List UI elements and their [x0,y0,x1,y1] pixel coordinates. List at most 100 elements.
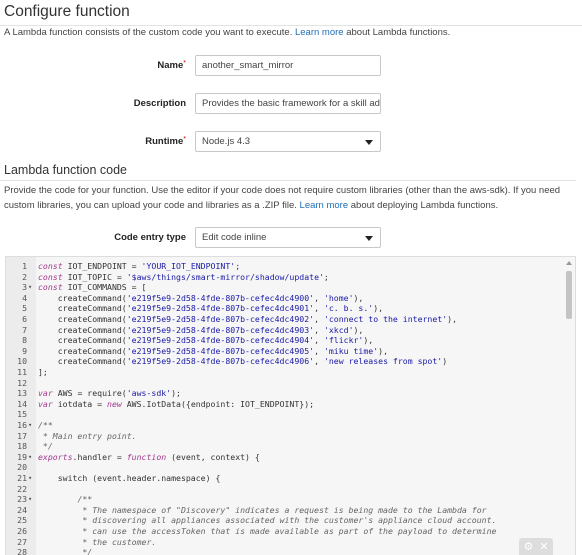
code-line: 7 createCommand('e219f5e9-2d58-4fde-807b… [6,325,566,336]
code-text: var AWS = require('aws-sdk'); [38,388,181,399]
code-text: /** [77,494,93,505]
learn-more-deploy-link[interactable]: Learn more [300,200,349,211]
fold-toggle-icon[interactable]: ▾ [28,494,35,505]
fold-toggle-icon[interactable]: ▾ [28,473,35,484]
code-text: createCommand('e219f5e9-2d58-4fde-807b-c… [38,324,364,335]
code-text: */ [38,547,93,555]
chevron-down-icon [365,140,373,145]
editor-scrollbar-thumb[interactable] [566,271,572,319]
code-text: createCommand('e219f5e9-2d58-4fde-807b-c… [38,303,384,314]
line-number: 3 [22,282,27,293]
code-line: 6 createCommand('e219f5e9-2d58-4fde-807b… [6,314,566,325]
fold-toggle-icon[interactable]: ▾ [28,452,35,463]
code-line: 3 ▾ const IOT_COMMANDS = [ [6,282,566,293]
chevron-down-icon [365,236,373,241]
code-text: const IOT_COMMANDS = [ [38,282,147,293]
code-line: 8 createCommand('e219f5e9-2d58-4fde-807b… [6,335,566,346]
section-title: Lambda function code [4,163,128,177]
code-text: */ [38,441,53,452]
code-text: createCommand('e219f5e9-2d58-4fde-807b-c… [38,356,448,367]
code-line: 4 createCommand('e219f5e9-2d58-4fde-807b… [6,293,566,304]
line-number: 5 [22,303,27,314]
line-number: 12 [17,377,27,388]
code-text: createCommand('e219f5e9-2d58-4fde-807b-c… [38,345,389,356]
code-line: 11]; [6,367,566,378]
code-line: 28 */ [6,547,566,555]
line-number: 25 [17,515,27,526]
code-text: switch (event.header.namespace) { [38,473,221,483]
code-text: * discovering all appliances associated … [38,515,497,526]
line-number: 18 [17,441,27,452]
code-line: 2 const IOT_TOPIC = '$aws/things/smart-mi… [6,272,566,283]
scroll-up-icon[interactable] [566,261,572,265]
line-number: 7 [22,324,27,335]
intro-text: A Lambda function consists of the custom… [4,27,451,38]
code-text: const IOT_TOPIC = '$aws/things/smart-mir… [38,271,329,282]
code-line: 15 [6,409,566,420]
line-number: 23 [17,494,27,505]
line-number: 1 [22,261,27,271]
page-title: Configure function [4,3,130,20]
code-line: 13 var AWS = require('aws-sdk'); [6,388,566,399]
divider [0,180,576,181]
code-line: 24 * The namespace of "Discovery" indica… [6,505,566,516]
description-label: Description [133,98,186,109]
code-text: * The namespace of "Discovery" indicates… [38,504,487,515]
code-text: * can use the accessToken that is made a… [38,526,497,536]
code-entry-type-select[interactable]: Edit code inline [195,227,381,248]
line-number: 4 [22,292,27,303]
code-line: 9 createCommand('e219f5e9-2d58-4fde-807b… [6,346,566,357]
line-number: 17 [17,430,27,441]
line-number: 8 [22,335,27,346]
editor-toolbar: ⚙ ✕ [519,538,553,555]
gear-icon[interactable]: ⚙ [523,540,533,553]
line-number: 6 [22,314,27,324]
name-label: Name* [157,60,186,71]
line-number: 20 [17,462,27,473]
description-input[interactable]: Provides the basic framework for a skill… [195,93,381,114]
fold-toggle-icon[interactable]: ▾ [28,420,35,431]
code-entry-type-label: Code entry type [114,232,186,243]
code-text: exports.handler = function (event, conte… [38,451,260,462]
code-line: 1 const IOT_ENDPOINT = 'YOUR_IOT_ENDPOINT… [6,261,566,272]
line-number: 21 [17,473,27,483]
line-number: 10 [17,356,27,367]
line-number: 15 [17,409,27,420]
learn-more-lambda-link[interactable]: Learn more [295,27,344,38]
code-section-description: Provide the code for your function. Use … [4,185,561,211]
code-editor[interactable]: 1 const IOT_ENDPOINT = 'YOUR_IOT_ENDPOINT… [5,256,576,555]
line-number: 16 [17,420,27,430]
code-line: 27 * the customer. [6,537,566,548]
line-number: 11 [17,367,27,377]
name-input[interactable]: another_smart_mirror [195,55,381,76]
line-number: 9 [22,345,27,356]
code-line: 21 ▾ switch (event.header.namespace) { [6,473,566,484]
fullscreen-icon[interactable]: ✕ [539,540,548,553]
code-text: /** [38,420,53,430]
runtime-select[interactable]: Node.js 4.3 [195,131,381,152]
code-line: 20 [6,462,566,473]
code-text: * Main entry point. [38,430,137,441]
code-line: 25 * discovering all appliances associat… [6,515,566,526]
code-line: 26 * can use the accessToken that is mad… [6,526,566,537]
fold-toggle-icon[interactable]: ▾ [28,282,35,293]
code-text: createCommand('e219f5e9-2d58-4fde-807b-c… [38,314,458,324]
runtime-label: Runtime* [145,136,186,147]
code-text: ]; [38,367,48,377]
divider [0,25,582,26]
line-number: 27 [17,536,27,547]
line-number: 2 [22,271,27,282]
code-text: const IOT_ENDPOINT = 'YOUR_IOT_ENDPOINT'… [38,261,241,271]
line-number: 24 [17,504,27,515]
code-line: 17 * Main entry point. [6,431,566,442]
code-text: var iotdata = new AWS.IotData({endpoint:… [38,398,315,409]
line-number: 19 [17,451,27,462]
code-line: 12 [6,378,566,389]
code-text: * the customer. [38,536,157,547]
line-number: 28 [17,547,27,555]
line-number: 26 [17,526,27,536]
code-line: 10 createCommand('e219f5e9-2d58-4fde-807… [6,356,566,367]
code-line: 22 [6,484,566,495]
line-number: 13 [17,388,27,399]
code-line: 18 */ [6,441,566,452]
